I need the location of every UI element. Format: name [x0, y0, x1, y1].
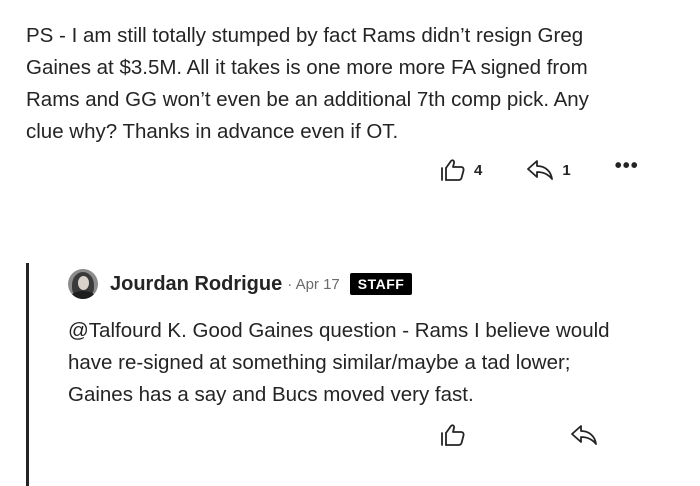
reply-arrow-icon — [527, 160, 554, 180]
parent-comment: PS - I am still totally stumped by fact … — [26, 20, 676, 148]
reply-body: @Talfourd K. Good Gaines question - Rams… — [68, 319, 610, 406]
staff-badge: STAFF — [349, 273, 413, 295]
reply-thread: Jourdan Rodrigue · Apr 17 STAFF @Talfour… — [26, 263, 689, 486]
clap-button[interactable]: 4 — [440, 158, 482, 182]
reply-reply-button[interactable] — [570, 424, 598, 446]
reply-button[interactable]: 1 — [526, 159, 571, 181]
comment-body: PS - I am still totally stumped by fact … — [26, 24, 589, 143]
author-name[interactable]: Jourdan Rodrigue — [110, 273, 282, 296]
avatar[interactable] — [68, 269, 98, 299]
reply-actions — [440, 423, 598, 447]
reply-date: · Apr 17 — [287, 275, 340, 293]
reply-clap-button[interactable] — [440, 423, 466, 447]
reply-arrow-icon — [571, 425, 597, 445]
comment-actions: 4 1 ••• — [440, 156, 639, 182]
clap-icon — [441, 159, 465, 181]
clap-count: 4 — [474, 161, 483, 179]
reply-header: Jourdan Rodrigue · Apr 17 STAFF — [68, 269, 413, 299]
clap-icon — [441, 424, 465, 446]
reply-count: 1 — [562, 161, 571, 179]
more-options-button[interactable]: ••• — [615, 156, 639, 180]
more-options-icon: ••• — [614, 155, 639, 177]
